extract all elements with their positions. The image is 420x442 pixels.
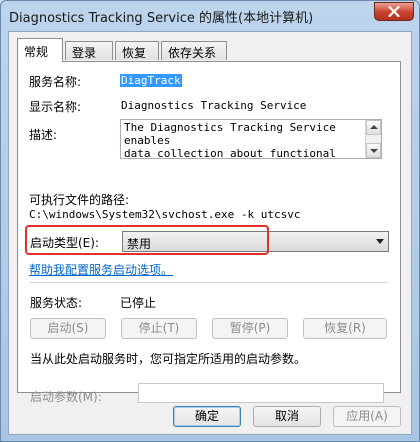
close-icon <box>388 6 400 17</box>
startup-type-value: 禁用 <box>127 237 152 251</box>
start-params-hint: 当从此处启动服务时，您可指定所适用的启动参数。 <box>30 352 307 366</box>
ok-button[interactable]: 确定 <box>173 406 241 427</box>
display-name-label: 显示名称: <box>29 100 82 114</box>
scroll-up-button[interactable] <box>366 120 381 135</box>
chevron-down-icon <box>376 239 384 244</box>
resume-button[interactable]: 恢复(R) <box>303 318 387 339</box>
startup-type-label: 启动类型(E): <box>30 236 99 250</box>
start-button[interactable]: 启动(S) <box>30 318 106 339</box>
close-button[interactable] <box>374 2 414 21</box>
separator <box>30 282 388 283</box>
description-textbox[interactable]: The Diagnostics Tracking Service enables… <box>120 119 382 159</box>
scroll-down-button[interactable] <box>366 143 381 158</box>
title-bar[interactable]: Diagnostics Tracking Service 的属性(本地计算机) <box>1 1 419 29</box>
stop-button[interactable]: 停止(T) <box>121 318 197 339</box>
display-name-value[interactable]: Diagnostics Tracking Service <box>121 99 306 112</box>
service-name-value[interactable]: DiagTrack <box>120 74 182 87</box>
arrow-down-icon <box>370 149 378 153</box>
description-line: The Diagnostics Tracking Service enables <box>124 121 336 147</box>
dialog-body: 常规 登录 恢复 依存关系 服务名称: DiagTrack 显示名称: Diag… <box>8 31 412 435</box>
description-line: data collection about functional issues <box>124 147 336 159</box>
description-label: 描述: <box>29 128 58 142</box>
tab-label: 恢复 <box>122 46 147 60</box>
tab-recovery[interactable]: 恢复 <box>115 41 159 60</box>
tab-label: 依存关系 <box>168 46 217 60</box>
path-value[interactable]: C:\windows\System32\svchost.exe -k utcsv… <box>29 208 301 221</box>
apply-button[interactable]: 应用(A) <box>333 406 401 427</box>
tab-dependencies[interactable]: 依存关系 <box>161 41 227 60</box>
tab-logon[interactable]: 登录 <box>65 41 113 60</box>
tab-label: 常规 <box>24 45 49 59</box>
tab-general[interactable]: 常规 <box>17 38 63 62</box>
path-label: 可执行文件的路径: <box>29 193 130 207</box>
cancel-button[interactable]: 取消 <box>253 406 321 427</box>
help-link[interactable]: 帮助我配置服务启动选项。 <box>29 261 173 278</box>
pause-button[interactable]: 暂停(P) <box>212 318 288 339</box>
start-params-input[interactable] <box>138 383 384 403</box>
status-value: 已停止 <box>120 296 157 310</box>
service-name-label: 服务名称: <box>29 75 82 89</box>
properties-window: Diagnostics Tracking Service 的属性(本地计算机) … <box>0 0 420 442</box>
tab-label: 登录 <box>72 46 97 60</box>
general-panel: 服务名称: DiagTrack 显示名称: Diagnostics Tracki… <box>17 61 401 404</box>
start-params-label: 启动参数(M): <box>30 390 102 404</box>
arrow-up-icon <box>370 125 378 129</box>
status-label: 服务状态: <box>30 296 83 310</box>
window-title: Diagnostics Tracking Service 的属性(本地计算机) <box>9 11 314 26</box>
description-scrollbar[interactable] <box>365 120 381 158</box>
startup-type-select[interactable]: 禁用 <box>122 231 389 252</box>
